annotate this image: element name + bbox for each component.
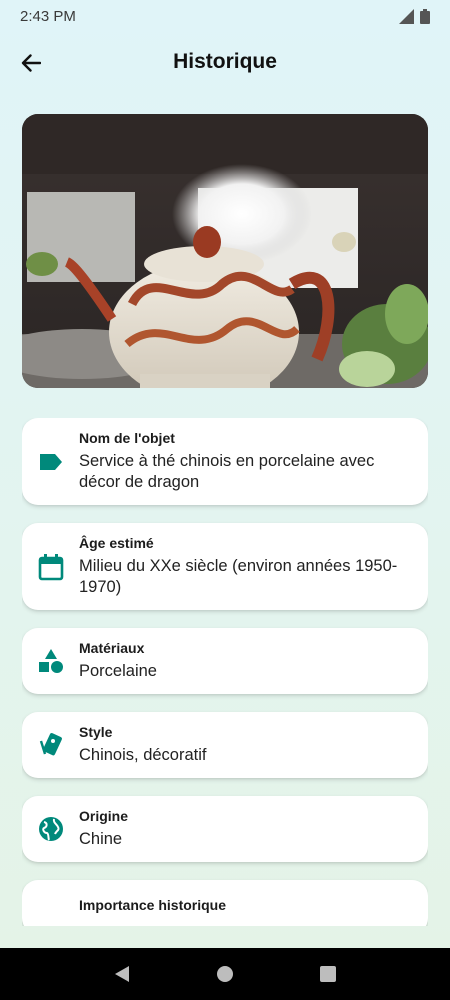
card-label: Importance historique (79, 896, 227, 913)
nav-back-icon[interactable] (114, 965, 130, 983)
status-time: 2:43 PM (20, 7, 76, 25)
card-value: Milieu du XXe siècle (environ années 195… (79, 557, 398, 596)
status-bar: 2:43 PM (0, 0, 450, 32)
card-value: Service à thé chinois en porcelaine avec… (79, 452, 375, 491)
card-materials: Matériaux Porcelaine (22, 628, 428, 694)
details-list: Nom de l'objet Service à thé chinois en … (22, 418, 428, 926)
app-bar: Historique (0, 32, 450, 92)
nav-recents-icon[interactable] (320, 966, 337, 982)
card-style: Style Chinois, décoratif (22, 712, 428, 778)
card-object-name: Nom de l'objet Service à thé chinois en … (22, 418, 428, 505)
history-icon (36, 892, 66, 922)
card-label: Style (79, 724, 113, 740)
card-value: Chine (79, 830, 123, 848)
arrow-back-icon (21, 54, 41, 72)
battery-icon (420, 8, 430, 24)
card-label: Nom de l'objet (79, 430, 175, 446)
object-photo (22, 114, 428, 388)
signal-icon (399, 8, 414, 24)
card-label: Matériaux (79, 640, 145, 656)
globe-icon (36, 814, 66, 844)
card-estimated-age: Âge estimé Milieu du XXe siècle (environ… (22, 523, 428, 610)
card-historical-importance: Importance historique (22, 880, 428, 926)
label-tag-icon (36, 447, 66, 477)
style-cards-icon (36, 730, 66, 760)
card-origin: Origine Chine (22, 796, 428, 862)
calendar-icon (36, 552, 66, 582)
nav-home-icon[interactable] (216, 966, 233, 982)
card-label: Origine (79, 808, 129, 824)
card-label: Âge estimé (79, 535, 154, 551)
card-value: Porcelaine (79, 662, 157, 680)
system-nav-bar (0, 948, 450, 1000)
back-button[interactable] (16, 48, 46, 78)
card-value: Chinois, décoratif (79, 746, 207, 764)
page-title: Historique (173, 50, 277, 73)
status-icons (399, 8, 430, 24)
shapes-icon (36, 646, 66, 676)
